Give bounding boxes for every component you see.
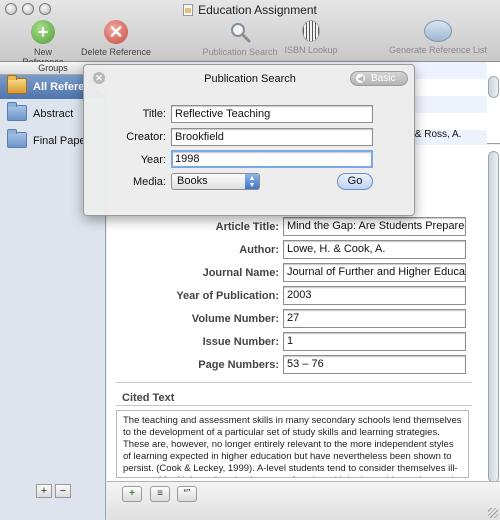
list-scrollbar[interactable] — [488, 76, 499, 98]
barcode-icon — [302, 20, 320, 42]
app-window: Education Assignment + New Reference ✕ D… — [0, 0, 500, 520]
delete-reference-label: Delete Reference — [80, 47, 152, 57]
remove-group-button[interactable]: − — [55, 484, 71, 498]
printer-icon — [424, 20, 452, 42]
delete-icon: ✕ — [104, 20, 128, 44]
updown-arrows-icon: ▲ ▼ — [245, 174, 259, 189]
page-numbers-label: Page Numbers: — [198, 359, 279, 371]
new-reference-button[interactable]: + New Reference — [12, 20, 74, 67]
toolbar: Education Assignment + New Reference ✕ D… — [0, 0, 500, 67]
title-label: Title: — [142, 108, 166, 120]
title-search-field[interactable]: Reflective Teaching — [171, 105, 373, 123]
add-icon: + — [31, 20, 55, 44]
journal-name-field[interactable]: Journal of Further and Higher Educat — [283, 263, 466, 282]
publication-search-label: Publication Search — [202, 47, 278, 57]
media-label: Media: — [132, 176, 166, 188]
back-arrow-icon: ◀ — [356, 74, 365, 83]
cited-text-area[interactable]: The teaching and assessment skills in ma… — [116, 410, 469, 478]
basic-mode-button[interactable]: ◀ Basic — [350, 71, 408, 86]
basic-mode-label: Basic — [371, 73, 396, 84]
resize-grip-icon[interactable] — [488, 508, 498, 518]
isbn-lookup-button[interactable]: ISBN Lookup — [283, 20, 339, 55]
issue-number-field[interactable]: 1 — [283, 332, 466, 351]
sidebar-item-label: Abstract — [33, 108, 74, 120]
creator-label: Creator: — [126, 131, 166, 143]
section-divider — [116, 382, 472, 383]
folder-icon — [7, 102, 27, 121]
library-folder-icon — [7, 75, 27, 94]
add-group-button[interactable]: + — [36, 484, 52, 498]
media-select-value: Books — [177, 175, 208, 187]
generate-reference-list-label: Generate Reference List — [388, 45, 488, 55]
folder-icon — [7, 129, 27, 148]
author-field[interactable]: Lowe, H. & Cook, A. — [283, 240, 466, 259]
volume-number-field[interactable]: 27 — [283, 309, 466, 328]
journal-name-label: Journal Name: — [202, 267, 279, 279]
page-numbers-field[interactable]: 53 – 76 — [283, 355, 466, 374]
year-of-publication-label: Year of Publication: — [176, 290, 279, 302]
creator-search-field[interactable]: Brookfield — [171, 128, 373, 146]
format-button[interactable]: ≡ — [150, 486, 170, 502]
document-icon — [183, 4, 194, 16]
cited-text-heading: Cited Text — [122, 392, 175, 404]
delete-reference-button[interactable]: ✕ Delete Reference — [80, 20, 152, 57]
go-button[interactable]: Go — [337, 173, 373, 190]
issue-number-label: Issue Number: — [202, 336, 279, 348]
year-label: Year: — [140, 154, 166, 166]
quote-button[interactable]: “” — [177, 486, 197, 502]
author-label: Author: — [239, 244, 279, 256]
article-title-label: Article Title: — [215, 221, 279, 233]
publication-search-panel: ✕ Publication Search ◀ Basic Title: Refl… — [83, 64, 415, 216]
article-title-field[interactable]: Mind the Gap: Are Students Preparec — [283, 217, 466, 236]
year-search-field[interactable]: 1998 — [171, 150, 373, 168]
generate-reference-list-button[interactable]: Generate Reference List — [386, 20, 490, 55]
volume-number-label: Volume Number: — [191, 313, 279, 325]
list-item-author: s & Ross, A. — [407, 129, 462, 140]
sidebar-item-label: Final Paper — [33, 135, 90, 147]
media-select[interactable]: Books ▲ ▼ — [171, 173, 260, 190]
magnifier-icon — [228, 20, 252, 44]
publication-search-button[interactable]: Publication Search — [200, 20, 280, 57]
isbn-lookup-label: ISBN Lookup — [284, 45, 338, 55]
year-of-publication-field[interactable]: 2003 — [283, 286, 466, 305]
add-note-button[interactable]: + — [122, 486, 142, 502]
detail-scrollbar[interactable] — [488, 151, 499, 483]
window-title: Education Assignment — [0, 3, 500, 17]
section-divider — [116, 405, 472, 406]
